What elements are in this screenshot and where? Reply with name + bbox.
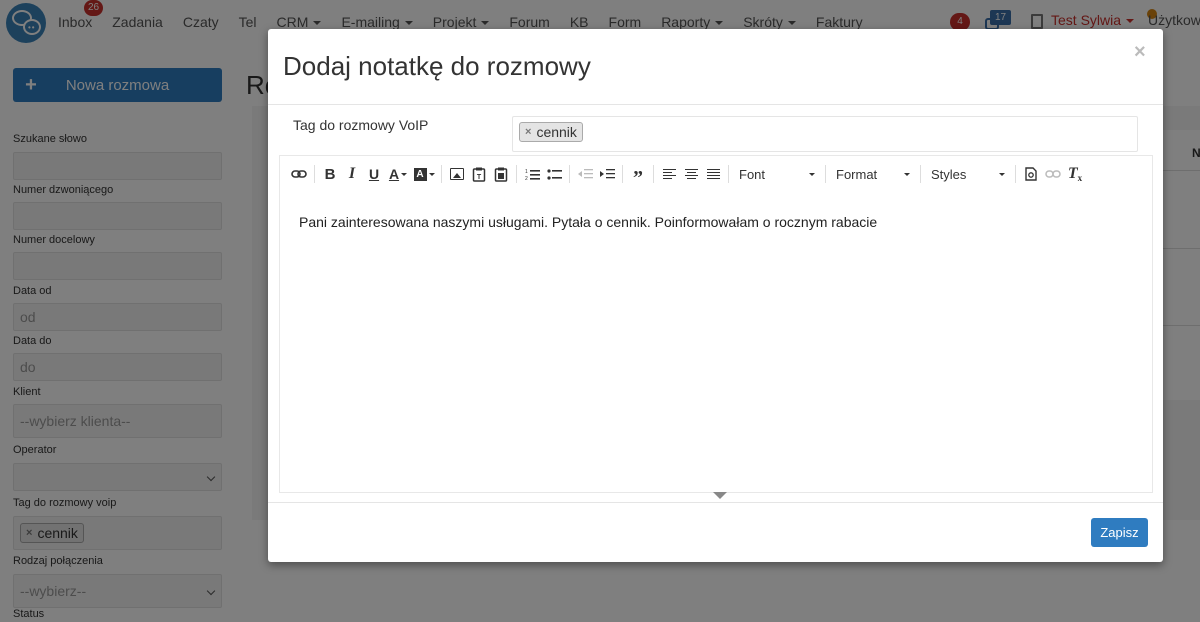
toolbar-separator bbox=[920, 165, 921, 183]
toolbar-separator bbox=[825, 165, 826, 183]
tag-chip-label: cennik bbox=[536, 124, 577, 140]
rich-text-editor: B I U A A T 12 ” Font Format Styles T x … bbox=[279, 155, 1153, 499]
link-icon[interactable] bbox=[288, 163, 310, 185]
tag-chip: × cennik bbox=[519, 122, 583, 142]
paste-text-icon[interactable]: T bbox=[468, 163, 490, 185]
align-center-icon[interactable] bbox=[680, 163, 702, 185]
format-dropdown-label: Format bbox=[836, 166, 878, 182]
svg-text:1: 1 bbox=[525, 169, 528, 175]
text-color-icon[interactable]: A bbox=[385, 163, 411, 185]
align-left-icon[interactable] bbox=[658, 163, 680, 185]
voip-tag-input[interactable]: × cennik bbox=[512, 116, 1138, 152]
underline-icon[interactable]: U bbox=[363, 163, 385, 185]
blockquote-icon[interactable]: ” bbox=[627, 163, 649, 189]
add-note-modal: Dodaj notatkę do rozmowy × Tag do rozmow… bbox=[268, 29, 1163, 562]
paste-word-icon[interactable] bbox=[490, 163, 512, 185]
modal-title: Dodaj notatkę do rozmowy bbox=[283, 51, 591, 81]
italic-icon[interactable]: I bbox=[341, 163, 363, 185]
toolbar-separator bbox=[441, 165, 442, 183]
styles-dropdown-label: Styles bbox=[931, 166, 967, 182]
source-code-icon[interactable] bbox=[1020, 163, 1042, 185]
toolbar-separator bbox=[622, 165, 623, 183]
toolbar-separator bbox=[728, 165, 729, 183]
styles-dropdown[interactable]: Styles bbox=[925, 163, 1011, 185]
toolbar-separator bbox=[314, 165, 315, 183]
toolbar-separator bbox=[516, 165, 517, 183]
voip-tag-label: Tag do rozmowy VoIP bbox=[293, 117, 429, 133]
caret-down-icon bbox=[809, 172, 815, 176]
caret-down-icon bbox=[999, 172, 1005, 176]
editor-toolbar: B I U A A T 12 ” Font Format Styles T x bbox=[280, 156, 1152, 192]
note-text-area[interactable]: Pani zainteresowana naszymi usługami. Py… bbox=[280, 194, 1152, 484]
image-icon[interactable] bbox=[446, 163, 468, 185]
toolbar-separator bbox=[653, 165, 654, 183]
remove-format-icon[interactable]: Tx bbox=[1064, 163, 1086, 185]
toolbar-separator bbox=[569, 165, 570, 183]
svg-text:T: T bbox=[477, 174, 482, 181]
outdent-icon[interactable] bbox=[574, 163, 596, 185]
save-button[interactable]: Zapisz bbox=[1091, 518, 1148, 547]
unlink-icon[interactable] bbox=[1042, 163, 1064, 185]
toolbar-separator bbox=[1015, 165, 1016, 183]
numbered-list-icon[interactable]: 12 bbox=[521, 163, 543, 185]
font-dropdown[interactable]: Font bbox=[733, 163, 821, 185]
svg-text:2: 2 bbox=[525, 176, 528, 181]
format-dropdown[interactable]: Format bbox=[830, 163, 916, 185]
background-color-icon[interactable]: A bbox=[411, 163, 437, 185]
font-dropdown-label: Font bbox=[739, 166, 766, 182]
bullet-list-icon[interactable] bbox=[543, 163, 565, 185]
caret-down-icon bbox=[904, 172, 910, 176]
close-icon[interactable]: × bbox=[1134, 41, 1146, 64]
align-justify-icon[interactable] bbox=[702, 163, 724, 185]
modal-header: Dodaj notatkę do rozmowy × bbox=[268, 29, 1163, 105]
bold-icon[interactable]: B bbox=[319, 163, 341, 185]
remove-tag-icon[interactable]: × bbox=[525, 126, 531, 138]
resize-handle-icon[interactable] bbox=[713, 492, 727, 499]
indent-icon[interactable] bbox=[596, 163, 618, 185]
modal-footer bbox=[268, 502, 1163, 562]
